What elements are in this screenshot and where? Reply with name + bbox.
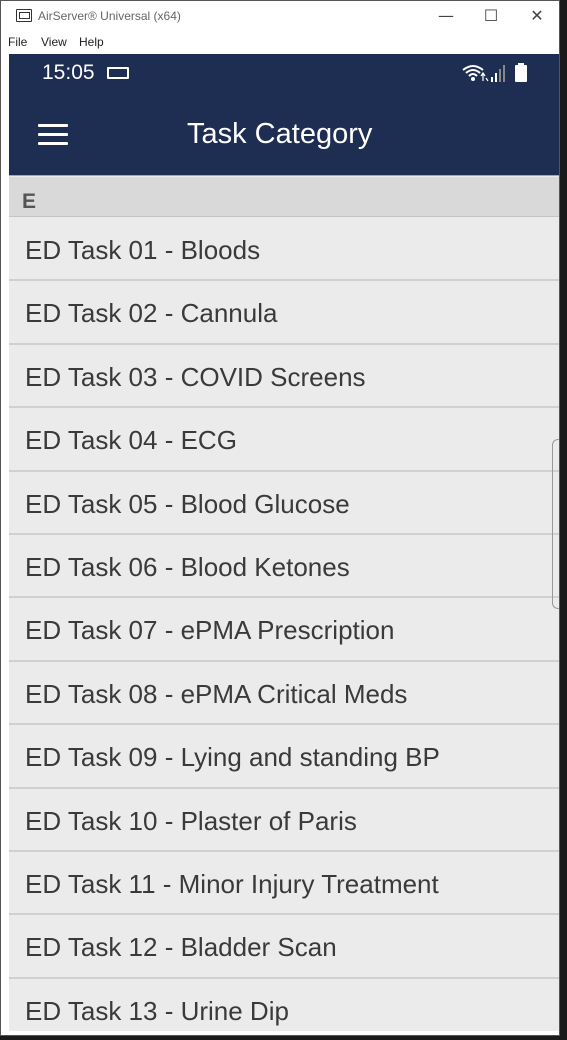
task-list-item[interactable]: ED Task 10 - Plaster of Paris xyxy=(9,788,559,852)
task-list-item[interactable]: ED Task 08 - ePMA Critical Meds xyxy=(9,661,559,726)
task-list-item[interactable]: ED Task 05 - Blood Glucose xyxy=(9,471,559,535)
task-list: ED Task 01 - Bloods ED Task 02 - Cannula E… xyxy=(9,218,559,1031)
task-list-item[interactable]: ED Task 04 - ECG xyxy=(9,408,559,472)
task-list-item[interactable]: ED Task 12 - Bladder Scan xyxy=(9,915,559,979)
status-bar: 15:05 xyxy=(9,54,559,94)
task-list-item[interactable]: ED Task 07 - ePMA Prescription xyxy=(9,598,559,662)
task-label: ED Task 06 - Blood Ketones xyxy=(25,551,350,582)
menu-help[interactable]: Help xyxy=(79,35,104,49)
task-label: ED Task 09 - Lying and standing BP xyxy=(25,742,440,773)
task-label: ED Task 02 - Cannula xyxy=(25,298,278,329)
task-label: ED Task 12 - Bladder Scan xyxy=(25,932,337,963)
task-list-item[interactable]: ED Task 09 - Lying and standing BP xyxy=(9,725,559,789)
task-label: ED Task 03 - COVID Screens xyxy=(25,361,366,392)
minimize-button[interactable]: — xyxy=(431,5,461,27)
task-list-item[interactable]: ED Task 13 - Urine Dip xyxy=(9,978,559,1031)
window-title: AirServer® Universal (x64) xyxy=(38,9,181,23)
task-label: ED Task 07 - ePMA Prescription xyxy=(25,615,395,646)
close-button[interactable]: ✕ xyxy=(522,5,552,27)
notification-icon xyxy=(107,67,129,79)
window-titlebar[interactable]: AirServer® Universal (x64) — ☐ ✕ xyxy=(1,1,559,32)
menu-view[interactable]: View xyxy=(41,35,67,49)
airserver-window: AirServer® Universal (x64) — ☐ ✕ File Vi… xyxy=(0,0,560,1036)
battery-icon xyxy=(515,63,527,82)
task-list-item[interactable]: ED Task 01 - Bloods xyxy=(9,218,559,282)
scroll-indicator[interactable] xyxy=(552,439,559,609)
page-title: Task Category xyxy=(187,118,373,150)
task-list-item[interactable]: ED Task 11 - Minor Injury Treatment xyxy=(9,851,559,916)
task-list-item[interactable]: ED Task 02 - Cannula xyxy=(9,281,559,345)
task-list-item[interactable]: ED Task 06 - Blood Ketones xyxy=(9,534,559,599)
airserver-app-icon xyxy=(16,9,32,22)
task-label: ED Task 05 - Blood Glucose xyxy=(25,488,350,519)
wifi-icon xyxy=(462,65,489,82)
task-label: ED Task 08 - ePMA Critical Meds xyxy=(25,678,408,709)
section-letter: E xyxy=(22,190,37,213)
menu-hamburger-icon[interactable] xyxy=(38,124,68,146)
section-header: E xyxy=(9,177,559,217)
task-label: ED Task 10 - Plaster of Paris xyxy=(25,805,357,836)
maximize-button[interactable]: ☐ xyxy=(476,5,506,27)
task-list-item[interactable]: ED Task 03 - COVID Screens xyxy=(9,344,559,409)
task-label: ED Task 13 - Urine Dip xyxy=(25,995,289,1026)
status-clock: 15:05 xyxy=(42,61,95,84)
menu-file[interactable]: File xyxy=(8,35,27,49)
app-bar: Task Category xyxy=(9,94,559,176)
menu-bar: File View Help xyxy=(1,32,559,52)
task-label: ED Task 11 - Minor Injury Treatment xyxy=(25,868,439,899)
mirrored-phone-screen: 15:05 Task Category E ED Task 01 - Blood… xyxy=(9,54,559,1031)
task-label: ED Task 01 - Bloods xyxy=(25,235,261,265)
cell-signal-icon xyxy=(491,65,505,82)
task-label: ED Task 04 - ECG xyxy=(25,425,237,456)
